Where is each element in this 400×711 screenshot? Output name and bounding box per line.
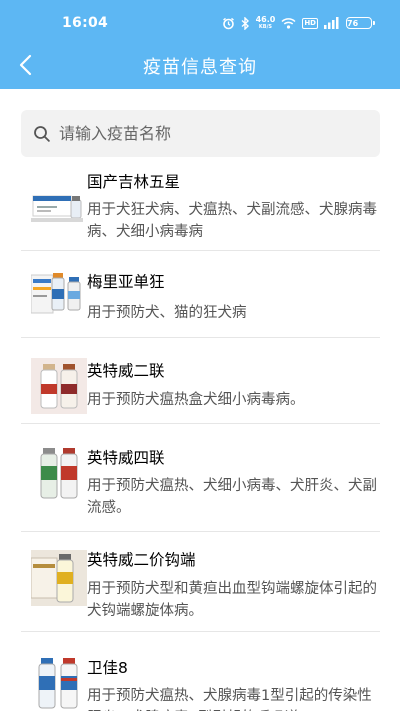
page-title: 疫苗信息查询 <box>143 57 257 78</box>
search-bar[interactable] <box>21 110 380 157</box>
nav-bar: 疫苗信息查询 <box>0 44 400 89</box>
list-item[interactable]: 英特威四联 用于预防犬瘟热、犬细小病毒、犬肝炎、犬副流感。 <box>21 424 380 532</box>
search-icon <box>33 124 53 144</box>
vaccine-name: 英特威四联 <box>87 449 165 467</box>
header: 16:04 46.0 KB/S HD 76 疫苗信息查询 <box>0 0 400 89</box>
vaccine-name: 英特威二价钩端 <box>87 551 196 569</box>
alarm-icon <box>222 17 235 30</box>
wifi-icon <box>281 17 296 29</box>
battery-indicator: 76 <box>346 17 375 29</box>
status-bar: 16:04 46.0 KB/S HD 76 <box>0 0 400 44</box>
vaccine-description: 用于预防犬瘟热盒犬细小病毒病。 <box>87 392 305 408</box>
vaccine-description: 用于犬狂犬病、犬瘟热、犬副流感、犬腺病毒病、犬细小病毒病 <box>87 202 377 240</box>
vaccine-name: 梅里亚单狂 <box>87 273 165 291</box>
list-item[interactable]: 卫佳8 用于预防犬瘟热、犬腺病毒1型引起的传染性肝炎、犬腺病毒2型引起的呼吸道 <box>21 632 380 711</box>
vaccine-description: 用于预防犬、猫的狂犬病 <box>87 305 247 321</box>
hd-badge: HD <box>302 17 318 29</box>
vaccine-thumbnail <box>31 195 83 222</box>
vaccine-thumbnail <box>31 273 81 314</box>
vaccine-description: 用于预防犬瘟热、犬细小病毒、犬肝炎、犬副流感。 <box>87 478 377 516</box>
list-item[interactable]: 英特威二价钩端 用于预防犬型和黄疸出血型钩端螺旋体引起的犬钩端螺旋体病。 <box>21 532 380 632</box>
list-item[interactable]: 国产吉林五星 用于犬狂犬病、犬瘟热、犬副流感、犬腺病毒病、犬细小病毒病 <box>21 160 380 251</box>
net-speed-value: 46.0 <box>255 15 276 24</box>
vaccine-name: 英特威二联 <box>87 362 165 380</box>
vaccine-thumbnail <box>31 550 87 606</box>
list-item[interactable]: 英特威二联 用于预防犬瘟热盒犬细小病毒病。 <box>21 338 380 424</box>
status-time: 16:04 <box>62 15 109 31</box>
status-icons: 46.0 KB/S HD 76 <box>222 15 375 31</box>
vaccine-description: 用于预防犬型和黄疸出血型钩端螺旋体引起的犬钩端螺旋体病。 <box>87 581 377 619</box>
net-speed-unit: KB/S <box>258 24 273 30</box>
net-speed: 46.0 KB/S <box>255 15 276 31</box>
vaccine-description: 用于预防犬瘟热、犬腺病毒1型引起的传染性肝炎、犬腺病毒2型引起的呼吸道 <box>87 688 372 711</box>
vaccine-name: 国产吉林五星 <box>87 173 181 191</box>
bluetooth-icon <box>241 16 250 30</box>
list-item[interactable]: 梅里亚单狂 用于预防犬、猫的狂犬病 <box>21 251 380 338</box>
app: 16:04 46.0 KB/S HD 76 疫苗信息查询 请输入疫苗名称 国产吉… <box>0 0 400 711</box>
vaccine-thumbnail <box>40 448 78 499</box>
search-input[interactable] <box>59 124 359 143</box>
signal-icon <box>324 17 340 29</box>
vaccine-name: 卫佳8 <box>87 659 128 677</box>
vaccine-thumbnail <box>31 358 87 414</box>
vaccine-thumbnail <box>38 658 78 709</box>
